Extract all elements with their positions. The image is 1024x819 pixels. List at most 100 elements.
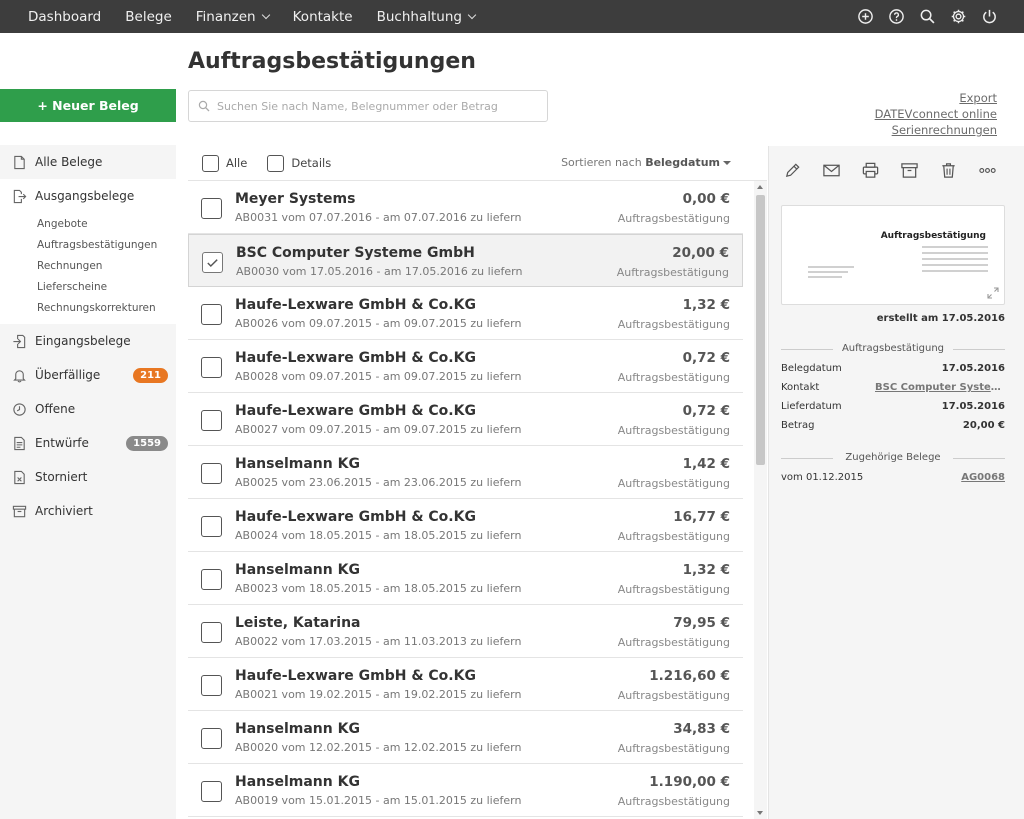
document-in-icon xyxy=(11,333,27,349)
sidebar-item-offene[interactable]: Offene xyxy=(0,392,176,426)
row-checkbox[interactable] xyxy=(201,198,222,219)
table-row[interactable]: Hanselmann KG AB0019 vom 15.01.2015 - am … xyxy=(188,764,743,817)
sidebar: + Neuer Beleg Alle Belege Ausgangsbelege… xyxy=(0,33,176,819)
help-icon[interactable] xyxy=(888,8,905,25)
row-contact-name: BSC Computer Systeme GmbH xyxy=(236,245,475,261)
table-row[interactable]: Meyer Systems AB0031 vom 07.07.2016 - am … xyxy=(188,181,743,234)
detail-actions xyxy=(769,146,1024,194)
sidebar-item-ueberfaellige[interactable]: Überfällige 211 xyxy=(0,358,176,392)
row-contact-name: Hanselmann KG xyxy=(235,562,360,578)
row-type: Auftragsbestätigung xyxy=(617,742,730,755)
table-row[interactable]: Hanselmann KG AB0025 vom 23.06.2015 - am … xyxy=(188,446,743,499)
field-lieferdatum: Lieferdatum 17.05.2016 xyxy=(781,401,1005,415)
list-scrollbar[interactable] xyxy=(754,181,767,819)
nav-finanzen[interactable]: Finanzen xyxy=(184,0,281,33)
sidebar-item-label: Entwürfe xyxy=(35,436,89,450)
archive-icon[interactable] xyxy=(900,161,919,180)
plus-circle-icon[interactable] xyxy=(857,8,874,25)
row-document-info: AB0028 vom 09.07.2015 - am 09.07.2015 zu… xyxy=(235,370,522,383)
more-icon[interactable] xyxy=(978,161,997,180)
trash-icon[interactable] xyxy=(939,161,958,180)
field-label: Kontakt xyxy=(781,382,820,393)
nav-kontakte[interactable]: Kontakte xyxy=(281,0,365,33)
search-input[interactable] xyxy=(217,99,537,113)
sidebar-item-archiviert[interactable]: Archiviert xyxy=(0,494,176,528)
new-document-button[interactable]: + Neuer Beleg xyxy=(0,89,176,122)
sidebar-subitem-lieferscheine[interactable]: Lieferscheine xyxy=(0,276,176,297)
sidebar-subitem-rechnungen[interactable]: Rechnungen xyxy=(0,255,176,276)
pencil-icon[interactable] xyxy=(783,161,802,180)
table-row[interactable]: Haufe-Lexware GmbH & Co.KG AB0027 vom 09.… xyxy=(188,393,743,446)
table-row[interactable]: Haufe-Lexware GmbH & Co.KG AB0028 vom 09.… xyxy=(188,340,743,393)
table-row[interactable]: Haufe-Lexware GmbH & Co.KG AB0026 vom 09.… xyxy=(188,287,743,340)
row-document-info: AB0019 vom 15.01.2015 - am 15.01.2015 zu… xyxy=(235,794,522,807)
table-row[interactable]: BSC Computer Systeme GmbH AB0030 vom 17.0… xyxy=(188,234,743,287)
document-preview[interactable]: Auftragsbestätigung xyxy=(781,205,1005,305)
table-row[interactable]: Hanselmann KG AB0023 vom 18.05.2015 - am … xyxy=(188,552,743,605)
field-value: 17.05.2016 xyxy=(941,401,1005,412)
row-checkbox[interactable] xyxy=(201,569,222,590)
preview-line xyxy=(808,276,842,278)
row-document-info: AB0020 vom 12.02.2015 - am 12.02.2015 zu… xyxy=(235,741,522,754)
preview-line xyxy=(808,266,854,268)
sidebar-subitem-rechnungskorrekturen[interactable]: Rechnungskorrekturen xyxy=(0,297,176,318)
datevconnect-link[interactable]: DATEVconnect online xyxy=(875,106,997,122)
related-document-link[interactable]: AG0068 xyxy=(961,472,1005,483)
field-label: Lieferdatum xyxy=(781,401,842,412)
sidebar-item-alle-belege[interactable]: Alle Belege xyxy=(0,145,176,179)
sidebar-item-entwuerfe[interactable]: Entwürfe 1559 xyxy=(0,426,176,460)
chevron-down-icon xyxy=(467,10,477,19)
table-row[interactable]: Leiste, Katarina AB0022 vom 17.03.2015 - … xyxy=(188,605,743,658)
details-checkbox[interactable]: Details xyxy=(267,154,331,172)
row-type: Auftragsbestätigung xyxy=(617,795,730,808)
field-value: 17.05.2016 xyxy=(941,363,1005,374)
nav-dashboard[interactable]: Dashboard xyxy=(0,0,113,33)
row-type: Auftragsbestätigung xyxy=(617,636,730,649)
row-amount: 0,72 € xyxy=(682,350,730,366)
export-link[interactable]: Export xyxy=(875,90,997,106)
sidebar-item-storniert[interactable]: Storniert xyxy=(0,460,176,494)
table-row[interactable]: Haufe-Lexware GmbH & Co.KG AB0024 vom 18.… xyxy=(188,499,743,552)
sidebar-subitem-angebote[interactable]: Angebote xyxy=(0,213,176,234)
expand-icon[interactable] xyxy=(987,287,999,299)
sidebar-item-label: Storniert xyxy=(35,470,88,484)
table-row[interactable]: Hanselmann KG AB0020 vom 12.02.2015 - am … xyxy=(188,711,743,764)
detail-panel: Auftragsbestätigung erstellt am 17.05.20… xyxy=(768,146,1024,819)
row-amount: 1,42 € xyxy=(682,456,730,472)
sidebar-list: Alle Belege Ausgangsbelege Angebote Auft… xyxy=(0,145,176,528)
nav-belege[interactable]: Belege xyxy=(113,0,184,33)
table-row[interactable]: Haufe-Lexware GmbH & Co.KG AB0021 vom 19.… xyxy=(188,658,743,711)
search-box[interactable] xyxy=(188,90,548,122)
sidebar-item-ausgangsbelege[interactable]: Ausgangsbelege xyxy=(0,179,176,213)
row-checkbox[interactable] xyxy=(201,622,222,643)
row-checkbox[interactable] xyxy=(201,781,222,802)
row-checkbox[interactable] xyxy=(201,463,222,484)
field-label: Belegdatum xyxy=(781,363,842,374)
checkbox-box xyxy=(202,154,219,172)
scroll-thumb[interactable] xyxy=(756,195,765,465)
row-checkbox[interactable] xyxy=(201,728,222,749)
serienrechnungen-link[interactable]: Serienrechnungen xyxy=(875,122,997,138)
row-checkbox[interactable] xyxy=(201,304,222,325)
sort-prefix: Sortieren nach xyxy=(561,156,642,169)
row-checkbox[interactable] xyxy=(201,516,222,537)
select-all-checkbox[interactable]: Alle xyxy=(202,154,247,172)
mail-icon[interactable] xyxy=(822,161,841,180)
row-type: Auftragsbestätigung xyxy=(617,689,730,702)
gear-icon[interactable] xyxy=(950,8,967,25)
power-icon[interactable] xyxy=(981,8,998,25)
row-checkbox[interactable] xyxy=(202,252,223,273)
search-icon[interactable] xyxy=(919,8,936,25)
row-checkbox[interactable] xyxy=(201,357,222,378)
row-checkbox[interactable] xyxy=(201,675,222,696)
nav-buchhaltung[interactable]: Buchhaltung xyxy=(365,0,487,33)
sidebar-subitem-auftragsbestaetigungen[interactable]: Auftragsbestätigungen xyxy=(0,234,176,255)
sort-dropdown[interactable]: Sortieren nach Belegdatum xyxy=(561,156,731,169)
row-checkbox[interactable] xyxy=(201,410,222,431)
print-icon[interactable] xyxy=(861,161,880,180)
contact-link[interactable]: BSC Computer Systeme GmbH xyxy=(875,382,1005,393)
scroll-down-icon[interactable] xyxy=(757,811,763,815)
scroll-up-icon[interactable] xyxy=(757,185,763,189)
sidebar-item-eingangsbelege[interactable]: Eingangsbelege xyxy=(0,324,176,358)
nav-label: Belege xyxy=(125,8,172,25)
